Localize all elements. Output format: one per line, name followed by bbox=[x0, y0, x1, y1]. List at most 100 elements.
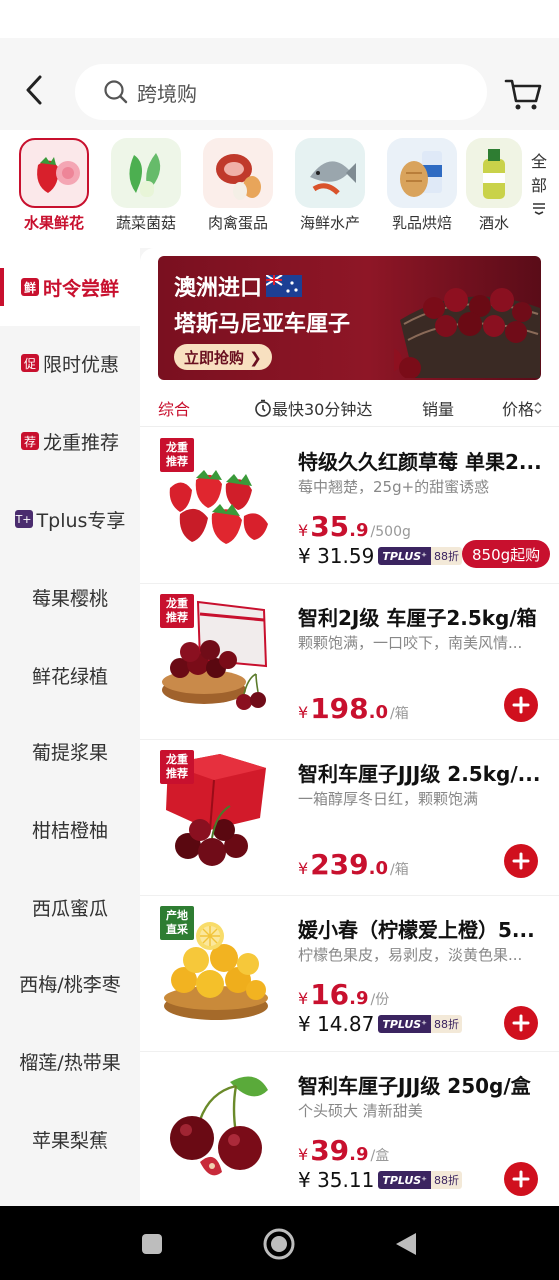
product-card[interactable]: 龙重 推荐 智利2J级 车厘子2.5kg/箱 颗颗饱满，一口咬下，南美风情...… bbox=[140, 584, 559, 740]
min-purchase-button[interactable]: 850g起购 bbox=[462, 540, 551, 568]
sort-sales[interactable]: 销量 bbox=[422, 396, 454, 420]
back-nav-button[interactable] bbox=[386, 1224, 426, 1264]
category-label: 海鲜水产 bbox=[299, 214, 360, 232]
price-integer: 16 bbox=[310, 978, 350, 1011]
add-to-cart-button[interactable] bbox=[504, 1006, 538, 1040]
chevron-left-icon bbox=[26, 75, 42, 105]
sidebar-item-label: 葡提浆果 bbox=[31, 741, 108, 764]
recommend-tag: 龙重 推荐 bbox=[160, 438, 194, 472]
category-seafood[interactable]: 海鲜水产 bbox=[290, 138, 370, 242]
sidebar-item-grapes[interactable]: 葡提浆果 bbox=[0, 712, 140, 790]
sidebar-item-tplus[interactable]: T+ Tplus专享 bbox=[0, 480, 140, 558]
triangle-back-icon bbox=[396, 1233, 416, 1255]
product-title: 智利2J级 车厘子2.5kg/箱 bbox=[298, 606, 537, 630]
sidebar-item-promotion[interactable]: 促 限时优惠 bbox=[0, 324, 140, 402]
product-card[interactable]: 龙重 推荐 智利车厘子JJJ级 2.5kg/... 一箱醇厚冬日红，颗颗饱满 ¥… bbox=[140, 740, 559, 896]
sidebar-item-berries[interactable]: 莓果樱桃 bbox=[0, 558, 140, 636]
add-to-cart-button[interactable] bbox=[504, 844, 538, 878]
discount-label: 88折 bbox=[430, 1171, 462, 1189]
cherry-product-image bbox=[170, 1076, 268, 1176]
cart-button[interactable] bbox=[500, 72, 546, 116]
promo-badge-icon: 促 bbox=[20, 354, 39, 372]
all-label-2: 部 bbox=[530, 176, 547, 195]
sidebar-item-apples[interactable]: 苹果梨蕉 bbox=[0, 1100, 140, 1178]
sort-fastest-label: 最快30分钟达 bbox=[272, 400, 373, 419]
sidebar-item-flowers[interactable]: 鲜花绿植 bbox=[0, 636, 140, 714]
category-row: 水果鲜花 蔬菜菌菇 肉禽蛋品 海鲜水产 乳品烘焙 酒水 全 部 bbox=[0, 130, 559, 248]
sidebar-item-label: 苹果梨蕉 bbox=[31, 1129, 108, 1152]
sidebar-item-label: 时令尝鲜 bbox=[42, 277, 119, 300]
sidebar-item-tropical[interactable]: 榴莲/热带果 bbox=[0, 1022, 140, 1100]
home-button[interactable] bbox=[259, 1224, 299, 1264]
product-card[interactable]: 龙重 推荐 特级久久红颜草莓 单果2... 莓中翘楚，25g+的甜蜜诱惑 ¥ 3… bbox=[140, 428, 559, 584]
sidebar-item-citrus[interactable]: 柑桔橙柚 bbox=[0, 790, 140, 868]
sidebar-item-recommend[interactable]: 荐 龙重推荐 bbox=[0, 402, 140, 480]
search-input[interactable]: 跨境购 bbox=[75, 64, 487, 120]
banner-title-text: 澳洲进口 bbox=[174, 276, 263, 301]
category-drinks[interactable]: 酒水 bbox=[466, 138, 522, 242]
sidebar-item-label: 西梅/桃李枣 bbox=[19, 973, 121, 996]
sort-comprehensive[interactable]: 综合 bbox=[158, 396, 190, 420]
tplus-label: TPLUS⁺ bbox=[378, 547, 431, 565]
product-panel: 澳洲进口 塔斯马尼亚车厘子 立即抢购 ❯ 综合 最快30分钟达 销量 价格 龙重… bbox=[140, 248, 559, 1206]
cherry-basket-image bbox=[394, 288, 540, 378]
tplus-badge: TPLUS⁺ 88折 bbox=[378, 547, 462, 565]
buy-now-button[interactable]: 立即抢购 ❯ bbox=[174, 344, 272, 370]
tag-text: 产地 直采 bbox=[166, 909, 188, 936]
sidebar-item-plums[interactable]: 西梅/桃李枣 bbox=[0, 944, 140, 1022]
price-decimal: .0 bbox=[368, 702, 389, 723]
recents-button[interactable] bbox=[132, 1224, 172, 1264]
recommend-badge-icon: 荐 bbox=[20, 432, 39, 450]
category-fruits-flowers[interactable]: 水果鲜花 bbox=[14, 138, 94, 242]
fresh-badge-icon: 鲜 bbox=[20, 278, 39, 296]
category-meat-eggs[interactable]: 肉禽蛋品 bbox=[198, 138, 278, 242]
member-price-value: ¥ 35.11 bbox=[298, 1168, 375, 1192]
sidebar-item-seasonal[interactable]: 鲜 时令尝鲜 bbox=[0, 248, 140, 326]
plus-icon bbox=[512, 1170, 530, 1188]
product-card[interactable]: 智利车厘子JJJ级 250g/盒 个头硕大 清新甜美 ¥ 39 .9 /盒 ¥ … bbox=[140, 1052, 559, 1206]
product-card[interactable]: 产地 直采 媛小春（柠檬爱上橙）5... 柠檬色果皮，易剥皮，淡黄色果... ¥… bbox=[140, 896, 559, 1052]
timer-icon bbox=[255, 399, 271, 417]
currency-symbol: ¥ bbox=[298, 1145, 309, 1164]
category-label: 酒水 bbox=[478, 214, 509, 232]
price-unit: /箱 bbox=[390, 706, 409, 722]
sidebar-item-melons[interactable]: 西瓜蜜瓜 bbox=[0, 868, 140, 946]
product-subtitle: 个头硕大 清新甜美 bbox=[298, 1102, 423, 1120]
category-vegetables[interactable]: 蔬菜菌菇 bbox=[106, 138, 186, 242]
square-icon bbox=[142, 1234, 162, 1254]
add-to-cart-button[interactable] bbox=[504, 1162, 538, 1196]
currency-symbol: ¥ bbox=[298, 521, 309, 540]
sidebar: 鲜 时令尝鲜 促 限时优惠 荐 龙重推荐 T+ Tplus专享 莓果樱桃 鲜花绿… bbox=[0, 248, 140, 1206]
promo-banner[interactable]: 澳洲进口 塔斯马尼亚车厘子 立即抢购 ❯ bbox=[158, 256, 541, 380]
tag-text: 龙重 推荐 bbox=[166, 441, 188, 468]
shopping-cart-icon bbox=[504, 79, 542, 110]
member-price: ¥ 14.87 TPLUS⁺ 88折 bbox=[298, 1012, 462, 1036]
all-categories-button[interactable]: 全 部 bbox=[524, 150, 554, 222]
vegetable-image bbox=[111, 138, 181, 208]
price-decimal: .0 bbox=[368, 858, 389, 879]
tag-text: 龙重 推荐 bbox=[166, 597, 188, 624]
price-integer: 39 bbox=[310, 1134, 350, 1167]
price-decimal: .9 bbox=[349, 988, 369, 1009]
category-dairy-bakery[interactable]: 乳品烘焙 bbox=[382, 138, 462, 242]
product-price: ¥ 16 .9 /份 bbox=[298, 978, 389, 1011]
tplus-badge: TPLUS⁺ 88折 bbox=[378, 1015, 462, 1033]
sidebar-item-label: 鲜花绿植 bbox=[31, 665, 108, 688]
discount-label: 88折 bbox=[430, 1015, 462, 1033]
product-subtitle: 一箱醇厚冬日红，颗颗饱满 bbox=[298, 790, 479, 808]
sort-price[interactable]: 价格 bbox=[502, 396, 542, 420]
currency-symbol: ¥ bbox=[298, 859, 309, 878]
price-unit: /500g bbox=[370, 524, 411, 540]
origin-direct-tag: 产地 直采 bbox=[160, 906, 194, 940]
sidebar-item-label: 莓果樱桃 bbox=[31, 587, 108, 610]
currency-symbol: ¥ bbox=[298, 989, 309, 1008]
status-bar bbox=[0, 0, 559, 38]
add-to-cart-button[interactable] bbox=[504, 688, 538, 722]
price-integer: 239 bbox=[310, 848, 369, 881]
category-label: 蔬菜菌菇 bbox=[115, 214, 176, 232]
category-label: 乳品烘焙 bbox=[391, 214, 452, 232]
sort-fastest[interactable]: 最快30分钟达 bbox=[254, 396, 372, 420]
back-button[interactable] bbox=[14, 68, 54, 112]
sidebar-item-label: 榴莲/热带果 bbox=[19, 1051, 121, 1074]
category-label: 肉禽蛋品 bbox=[207, 214, 268, 232]
